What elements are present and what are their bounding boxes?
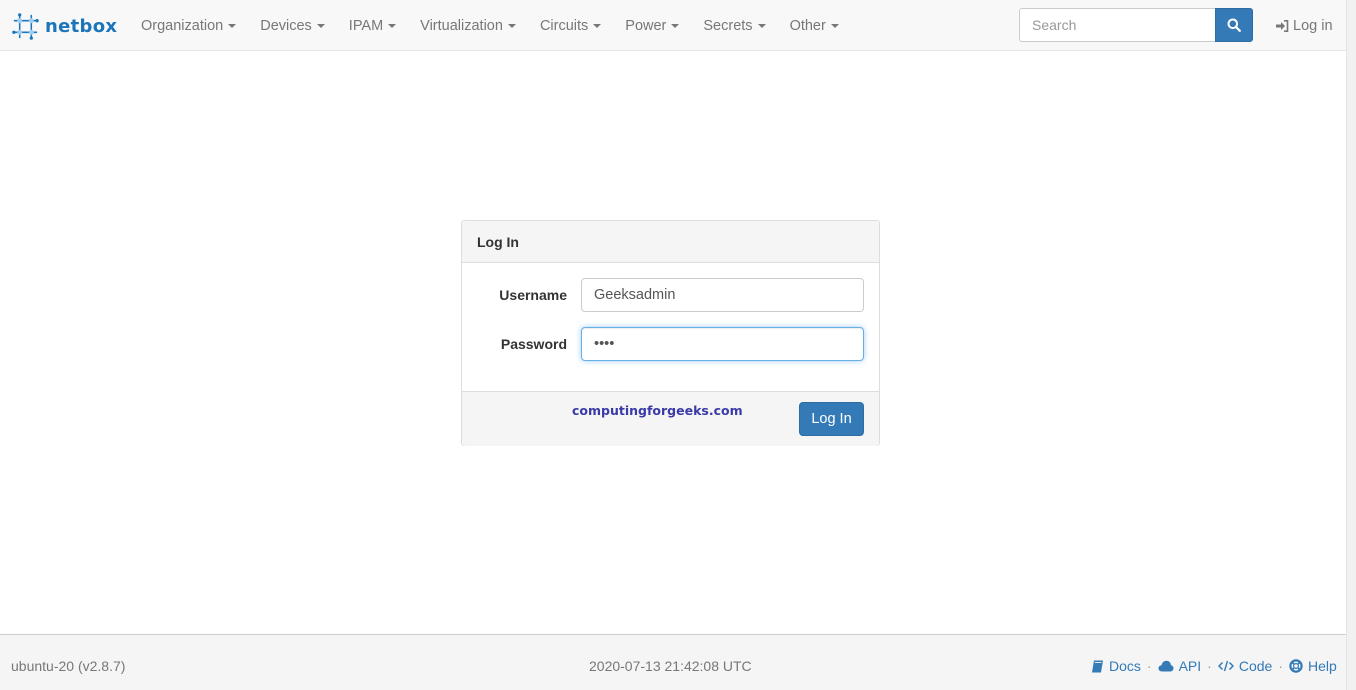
search-form bbox=[1019, 8, 1253, 42]
nav-power-label: Power bbox=[625, 17, 667, 34]
username-row: Username bbox=[462, 278, 879, 312]
api-link-label: API bbox=[1178, 658, 1202, 674]
brand-link[interactable]: netbox bbox=[11, 11, 117, 41]
nav-virtualization-dropdown[interactable]: Virtualization bbox=[408, 0, 528, 51]
sign-in-icon bbox=[1276, 19, 1289, 32]
main-menu: Organization Devices IPAM Virtualization… bbox=[129, 0, 851, 51]
nav-ipam-dropdown[interactable]: IPAM bbox=[337, 0, 408, 51]
caret-down-icon bbox=[507, 23, 516, 28]
search-icon bbox=[1227, 18, 1241, 32]
lifebuoy-icon bbox=[1289, 659, 1303, 673]
cloud-icon bbox=[1158, 660, 1174, 672]
login-submit-button[interactable]: Log In bbox=[799, 402, 864, 436]
help-link-label: Help bbox=[1307, 658, 1337, 674]
footer-separator: · bbox=[1146, 658, 1152, 674]
caret-down-icon bbox=[228, 23, 237, 28]
api-link[interactable]: API bbox=[1158, 658, 1202, 674]
nav-power-dropdown[interactable]: Power bbox=[613, 0, 691, 51]
nav-login-link[interactable]: Log in bbox=[1276, 0, 1333, 51]
docs-link[interactable]: Docs bbox=[1091, 658, 1141, 674]
caret-down-icon bbox=[757, 23, 766, 28]
watermark-text: computingforgeeks.com bbox=[572, 403, 743, 418]
caret-down-icon bbox=[830, 23, 839, 28]
login-form: Username Password bbox=[462, 263, 879, 391]
nav-devices-label: Devices bbox=[260, 17, 312, 34]
host-version: ubuntu-20 (v2.8.7) bbox=[11, 658, 126, 674]
brand-name: netbox bbox=[45, 15, 118, 37]
caret-down-icon bbox=[316, 23, 325, 28]
docs-link-label: Docs bbox=[1109, 658, 1141, 674]
book-icon bbox=[1092, 660, 1103, 672]
nav-other-label: Other bbox=[789, 17, 826, 34]
search-button[interactable] bbox=[1215, 8, 1253, 42]
nav-secrets-label: Secrets bbox=[703, 17, 753, 34]
nav-circuits-label: Circuits bbox=[539, 17, 589, 34]
nav-other-dropdown[interactable]: Other bbox=[778, 0, 851, 51]
nav-circuits-dropdown[interactable]: Circuits bbox=[528, 0, 613, 51]
nav-ipam-label: IPAM bbox=[348, 17, 384, 34]
caret-down-icon bbox=[671, 23, 680, 28]
login-panel-footer: computingforgeeks.com Log In bbox=[462, 391, 879, 446]
footer-separator: · bbox=[1207, 658, 1212, 674]
help-link[interactable]: Help bbox=[1289, 658, 1337, 674]
netbox-logo-icon bbox=[12, 12, 39, 40]
code-icon bbox=[1217, 660, 1234, 672]
page-scrollbar[interactable] bbox=[1346, 0, 1356, 690]
top-navbar: netbox Organization Devices IPAM Virtual… bbox=[0, 0, 1346, 51]
code-link-label: Code bbox=[1238, 658, 1273, 674]
password-row: Password bbox=[462, 327, 879, 361]
nav-organization-label: Organization bbox=[141, 17, 224, 34]
username-input[interactable] bbox=[581, 278, 864, 312]
login-panel: Log In Username Password computingforgee… bbox=[461, 220, 880, 446]
caret-down-icon bbox=[388, 23, 397, 28]
nav-virtualization-label: Virtualization bbox=[420, 17, 503, 34]
footer-separator: · bbox=[1278, 658, 1283, 674]
nav-organization-dropdown[interactable]: Organization bbox=[129, 0, 248, 51]
nav-secrets-dropdown[interactable]: Secrets bbox=[691, 0, 777, 51]
search-input[interactable] bbox=[1019, 8, 1215, 42]
code-link[interactable]: Code bbox=[1217, 658, 1273, 674]
caret-down-icon bbox=[593, 23, 602, 28]
nav-login-label: Log in bbox=[1293, 17, 1333, 34]
password-input[interactable] bbox=[581, 327, 864, 361]
password-label: Password bbox=[500, 336, 567, 352]
footer-links: Docs · API · Code · Help bbox=[1091, 635, 1337, 690]
server-timestamp: 2020-07-13 21:42:08 UTC bbox=[589, 658, 752, 674]
username-label: Username bbox=[499, 287, 567, 303]
nav-devices-dropdown[interactable]: Devices bbox=[248, 0, 337, 51]
login-panel-title: Log In bbox=[462, 221, 879, 263]
page-footer: ubuntu-20 (v2.8.7) 2020-07-13 21:42:08 U… bbox=[0, 634, 1346, 690]
